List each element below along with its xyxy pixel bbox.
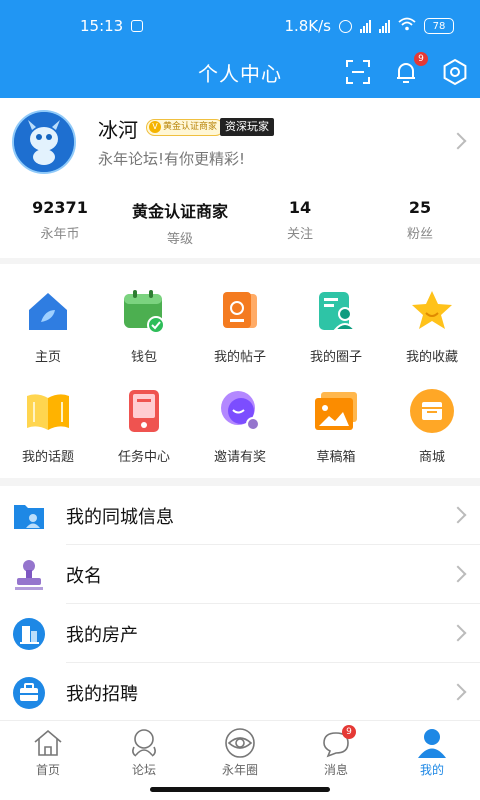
grid-item-task-center[interactable]: 任务中心 <box>96 388 192 465</box>
list-item-label: 我的同城信息 <box>66 506 174 528</box>
wifi-icon <box>398 17 416 35</box>
gold-merchant-badge: 黄金认证商家 <box>146 119 225 136</box>
circle-icon <box>313 288 359 334</box>
stat-level[interactable]: 黄金认证商家 等级 <box>120 198 240 247</box>
grid-label: 我的话题 <box>21 450 74 465</box>
grid-item-invite[interactable]: 邀请有奖 <box>192 388 288 465</box>
tab-label: 消息 <box>323 763 348 777</box>
grid-item-favorites[interactable]: 我的收藏 <box>384 288 480 365</box>
grid-label: 钱包 <box>130 350 157 365</box>
signal-icon <box>360 19 371 33</box>
grid-label: 任务中心 <box>117 450 170 465</box>
function-grid: 主页 钱包 我的帖子 我的圈子 我的收藏 我的话题 任务中心 邀请有奖 草稿箱 … <box>0 264 480 478</box>
stat-value: 黄金认证商家 <box>131 202 228 221</box>
grid-label: 主页 <box>34 350 61 365</box>
alarm-icon <box>339 19 352 33</box>
grid-label: 我的圈子 <box>309 350 362 365</box>
tab-label: 论坛 <box>131 763 156 777</box>
task-icon <box>121 388 167 434</box>
stat-value: 92371 <box>32 198 88 217</box>
stat-label: 永年币 <box>40 227 80 242</box>
grid-label: 草稿箱 <box>316 450 356 465</box>
user-icon <box>416 727 448 759</box>
tab-label: 首页 <box>35 763 60 777</box>
message-badge: 9 <box>342 725 356 739</box>
list-item-rename[interactable]: 改名 <box>0 545 480 604</box>
grid-label: 商城 <box>418 450 445 465</box>
bell-icon[interactable]: 9 <box>392 52 428 86</box>
battery-icon: 78 <box>424 18 454 34</box>
home-indicator[interactable] <box>150 787 330 792</box>
chevron-right-icon <box>449 506 467 524</box>
chevron-right-icon <box>449 624 467 642</box>
list-item-label: 我的招聘 <box>66 683 138 705</box>
grid-row: 主页 钱包 我的帖子 我的圈子 我的收藏 <box>0 288 480 365</box>
app-notification-icon <box>131 20 144 32</box>
menu-list: 我的同城信息 改名 我的房产 我的招聘 <box>0 486 480 720</box>
tab-mine[interactable]: 我的 <box>384 721 480 800</box>
chevron-right-icon <box>449 683 467 701</box>
chevron-right-icon <box>449 132 467 150</box>
posts-icon <box>217 288 263 334</box>
stat-following[interactable]: 14 关注 <box>240 198 360 247</box>
tab-label: 我的 <box>419 763 444 777</box>
top-bar: 15:13 1.8K/s 78 个人中心 9 <box>0 0 480 98</box>
grid-item-home[interactable]: 主页 <box>0 288 96 365</box>
stat-fans[interactable]: 25 粉丝 <box>360 198 480 247</box>
profile-motto: 永年论坛!有你更精彩! <box>98 150 246 168</box>
list-item-label: 我的房产 <box>66 624 138 646</box>
message-icon: 9 <box>320 725 356 759</box>
folder-user-icon <box>12 499 46 533</box>
status-time: 15:13 <box>80 17 124 35</box>
grid-item-my-circle[interactable]: 我的圈子 <box>288 288 384 365</box>
profile-card[interactable]: 冰河 黄金认证商家 资深玩家 永年论坛!有你更精彩! 92371 永年币 黄金认证… <box>0 98 480 258</box>
senior-player-badge: 资深玩家 <box>220 118 274 136</box>
username: 冰河 <box>98 118 138 142</box>
drafts-icon <box>313 388 359 434</box>
list-item-local-info[interactable]: 我的同城信息 <box>0 486 480 545</box>
tab-home[interactable]: 首页 <box>0 721 96 800</box>
stats-row: 92371 永年币 黄金认证商家等级 14 关注 25 粉丝 <box>0 198 480 247</box>
stat-label: 关注 <box>286 227 313 242</box>
briefcase-icon <box>12 676 46 710</box>
stat-label: 等级 <box>166 232 193 247</box>
forum-icon <box>128 727 160 759</box>
list-item-my-recruitment[interactable]: 我的招聘 <box>0 663 480 722</box>
grid-label: 我的收藏 <box>405 350 458 365</box>
grid-item-my-topics[interactable]: 我的话题 <box>0 388 96 465</box>
chevron-right-icon <box>449 565 467 583</box>
scan-icon[interactable] <box>344 58 372 86</box>
home-outline-icon <box>32 727 64 759</box>
topic-book-icon <box>25 388 71 434</box>
tab-label: 永年圈 <box>221 763 258 777</box>
stat-coins[interactable]: 92371 永年币 <box>0 198 120 247</box>
grid-label: 邀请有奖 <box>213 450 266 465</box>
stat-label: 粉丝 <box>406 227 433 242</box>
list-item-my-property[interactable]: 我的房产 <box>0 604 480 663</box>
mall-icon <box>409 388 455 434</box>
network-speed: 1.8K/s <box>284 17 331 35</box>
stat-value: 25 <box>408 198 432 217</box>
avatar[interactable] <box>12 110 76 174</box>
stat-value: 14 <box>288 198 312 217</box>
home-icon <box>25 288 71 334</box>
settings-icon[interactable] <box>441 58 469 86</box>
bell-badge: 9 <box>414 52 428 66</box>
star-icon <box>409 288 455 334</box>
grid-item-drafts[interactable]: 草稿箱 <box>288 388 384 465</box>
signal-icon <box>379 19 390 33</box>
eye-circle-icon <box>224 727 256 759</box>
grid-item-wallet[interactable]: 钱包 <box>96 288 192 365</box>
invite-icon <box>217 388 263 434</box>
app-header: 个人中心 9 <box>0 52 480 98</box>
stamp-icon <box>12 558 46 592</box>
grid-item-my-posts[interactable]: 我的帖子 <box>192 288 288 365</box>
wallet-icon <box>121 288 167 334</box>
grid-item-mall[interactable]: 商城 <box>384 388 480 465</box>
status-bar: 15:13 1.8K/s 78 <box>0 0 480 52</box>
grid-row: 我的话题 任务中心 邀请有奖 草稿箱 商城 <box>0 388 480 465</box>
building-icon <box>12 617 46 651</box>
grid-label: 我的帖子 <box>213 350 266 365</box>
list-item-label: 改名 <box>66 565 102 587</box>
